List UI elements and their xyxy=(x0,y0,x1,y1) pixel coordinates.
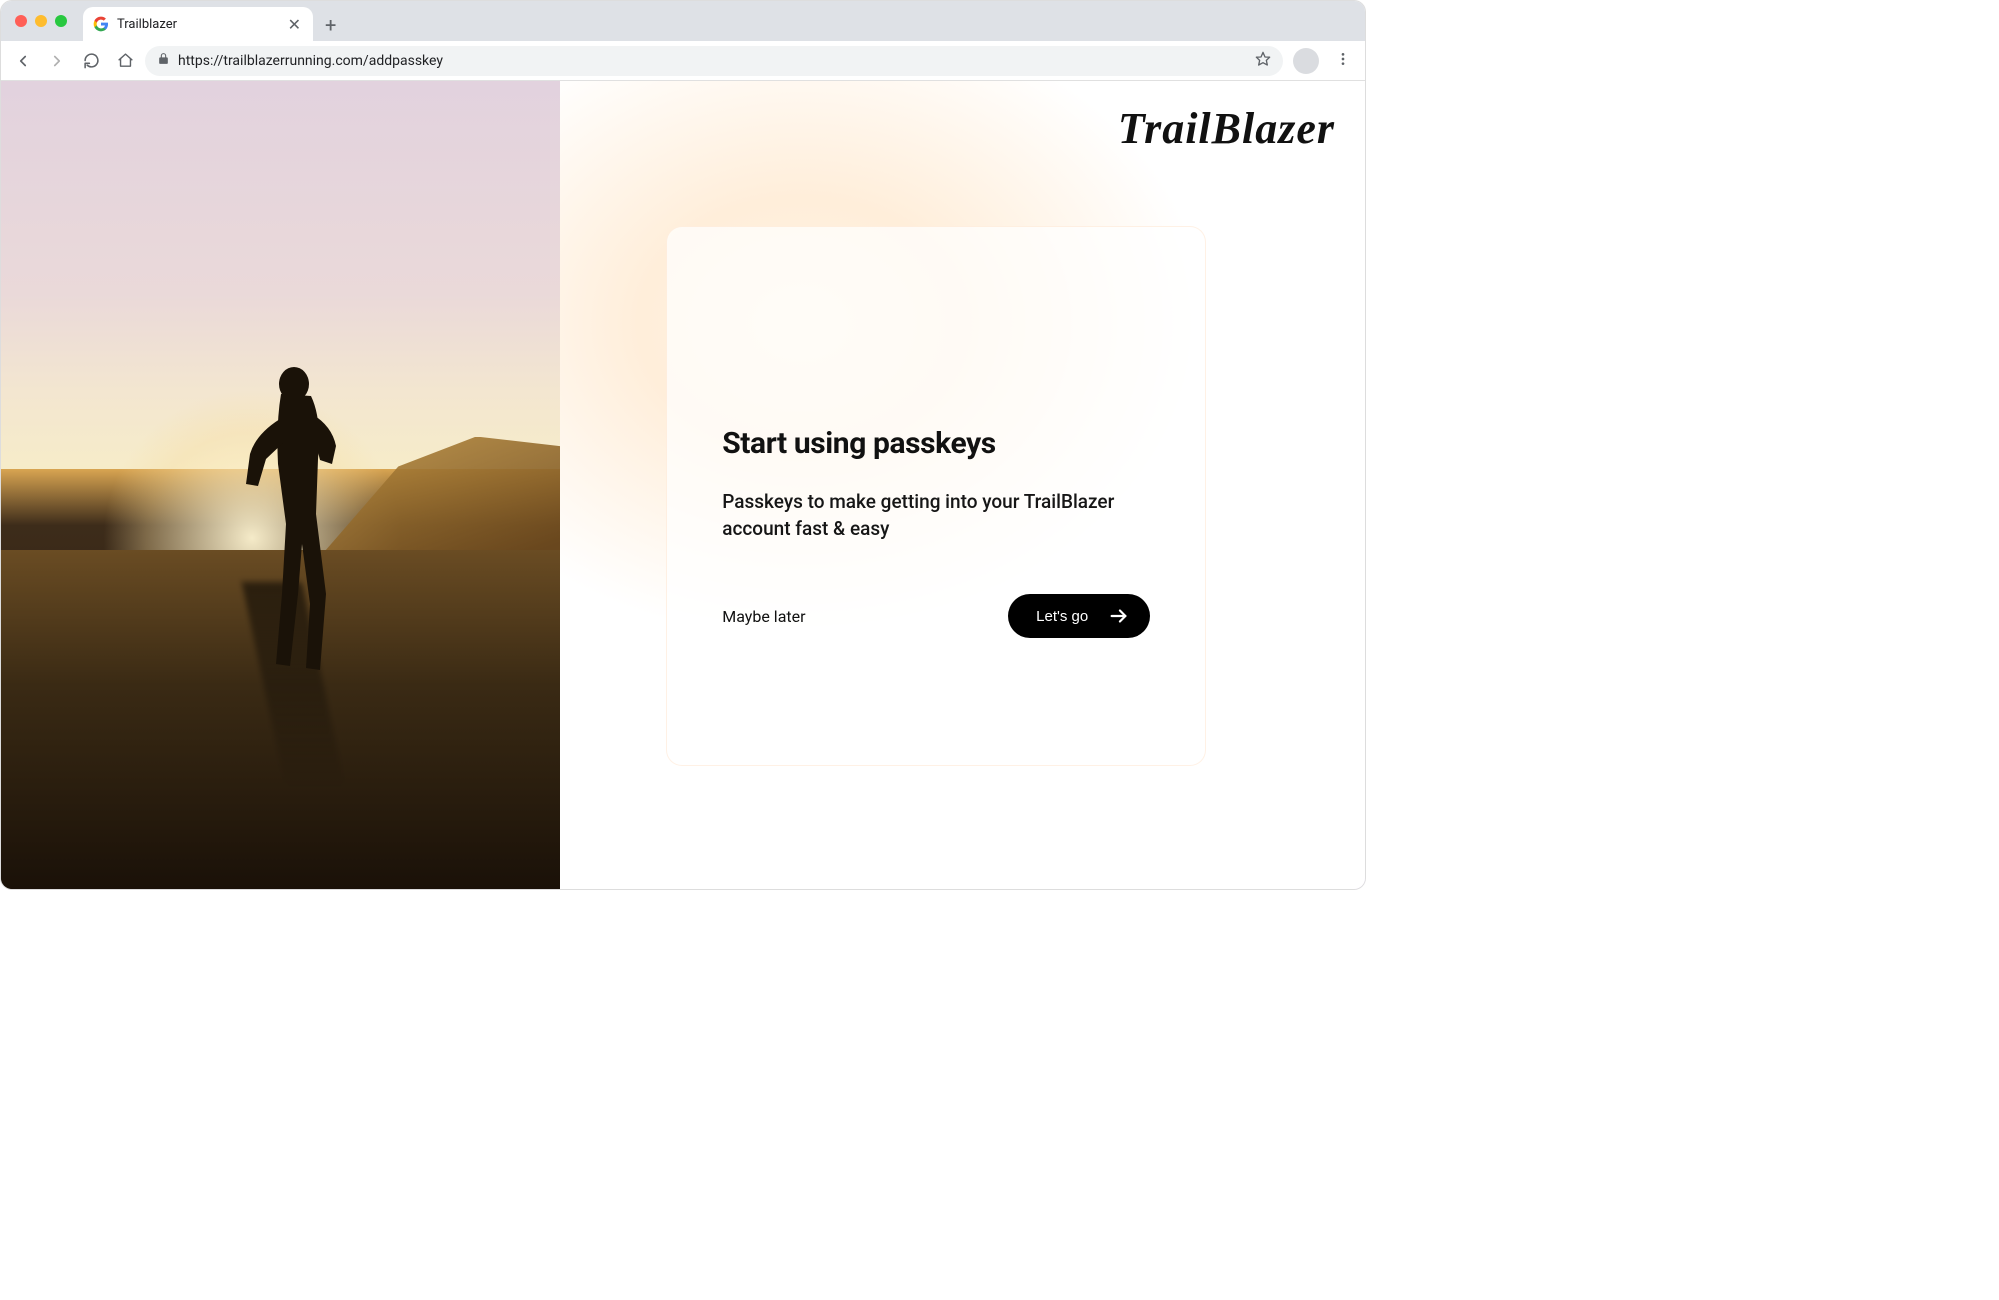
tab-close-button[interactable]: ✕ xyxy=(286,15,303,34)
forward-button[interactable] xyxy=(43,47,71,75)
passkey-card: Start using passkeys Passkeys to make ge… xyxy=(666,226,1206,766)
page-content: TrailBlazer Start using passkeys Passkey… xyxy=(1,81,1365,889)
back-button[interactable] xyxy=(9,47,37,75)
google-favicon xyxy=(93,16,109,32)
window-close-dot[interactable] xyxy=(15,15,27,27)
tab-strip: Trailblazer ✕ + xyxy=(1,1,1365,41)
bookmark-star-icon[interactable] xyxy=(1255,51,1271,71)
lets-go-button[interactable]: Let's go xyxy=(1008,594,1150,638)
address-bar[interactable]: https://trailblazerrunning.com/addpasske… xyxy=(145,46,1283,76)
brand-logo: TrailBlazer xyxy=(1118,103,1335,154)
runner-silhouette xyxy=(236,364,356,684)
lock-icon xyxy=(157,52,170,69)
home-button[interactable] xyxy=(111,47,139,75)
browser-menu-button[interactable] xyxy=(1329,51,1357,71)
card-heading: Start using passkeys xyxy=(722,426,1150,461)
url-text: https://trailblazerrunning.com/addpasske… xyxy=(178,53,1247,69)
window-zoom-dot[interactable] xyxy=(55,15,67,27)
window-controls xyxy=(11,1,77,41)
browser-window: Trailblazer ✕ + https://trailblazerrunni… xyxy=(0,0,1366,890)
new-tab-button[interactable]: + xyxy=(313,9,348,41)
maybe-later-link[interactable]: Maybe later xyxy=(722,607,805,626)
reload-button[interactable] xyxy=(77,47,105,75)
card-description: Passkeys to make getting into your Trail… xyxy=(722,489,1150,542)
profile-avatar[interactable] xyxy=(1293,48,1319,74)
window-minimize-dot[interactable] xyxy=(35,15,47,27)
lets-go-label: Let's go xyxy=(1036,608,1088,625)
arrow-right-icon xyxy=(1108,605,1130,627)
browser-toolbar: https://trailblazerrunning.com/addpasske… xyxy=(1,41,1365,81)
card-actions: Maybe later Let's go xyxy=(722,594,1150,638)
hero-image xyxy=(1,81,560,889)
right-panel: TrailBlazer Start using passkeys Passkey… xyxy=(560,81,1365,889)
tab-title: Trailblazer xyxy=(117,17,286,32)
browser-tab[interactable]: Trailblazer ✕ xyxy=(83,7,313,41)
